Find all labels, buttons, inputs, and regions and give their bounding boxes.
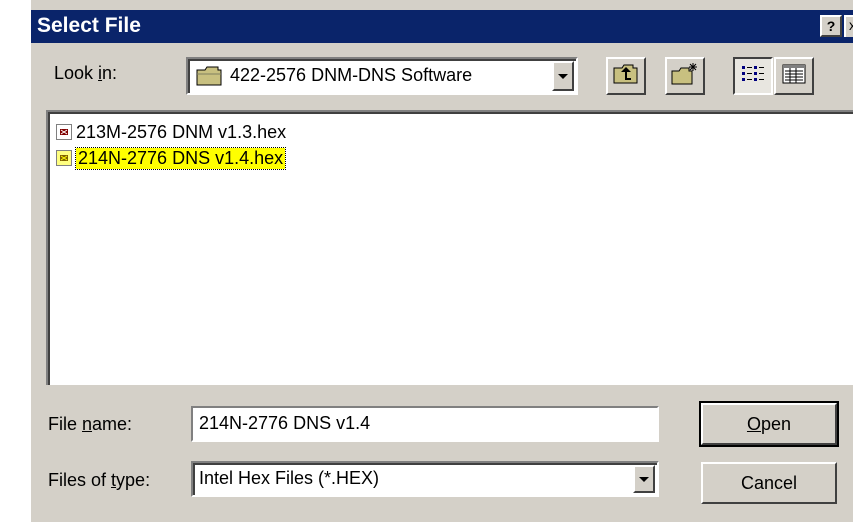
new-folder-button[interactable] [665,57,705,95]
file-name-value: 214N-2776 DNS v1.4 [199,413,371,433]
file-name-label-pre: File [48,414,83,434]
new-folder-icon [671,62,699,91]
files-of-type-label-pre: Files of [48,470,112,490]
close-button[interactable]: x [844,15,853,37]
files-of-type-combo[interactable]: Intel Hex Files (*.HEX) [191,461,659,497]
title-bar[interactable]: Select File ? x [31,10,853,43]
look-in-label-pre: Look [54,63,99,83]
files-of-type-label: Files of type: [48,470,150,491]
list-view-button[interactable] [733,57,773,95]
list-item[interactable]: 214N-2776 DNS v1.4.hex [56,146,287,170]
file-name-label-post: ame: [92,414,133,434]
cancel-button[interactable]: Cancel [701,462,837,504]
file-list[interactable]: 213M-2576 DNM v1.3.hex 214N-2776 DNS v1.… [46,110,853,385]
up-one-level-icon [613,63,639,90]
folder-icon [196,66,222,91]
files-of-type-value: Intel Hex Files (*.HEX) [199,468,380,488]
look-in-combo[interactable]: 422-2576 DNM-DNS Software [186,57,578,95]
open-button-label: Open [746,413,792,434]
file-name-label: 214N-2776 DNS v1.4.hex [74,146,287,170]
files-of-type-dropdown-button[interactable] [633,465,655,493]
look-in-label-post: n: [102,63,118,83]
open-button[interactable]: Open [699,401,839,447]
hex-file-icon [56,124,72,140]
file-name-label: File name: [48,414,132,435]
help-button[interactable]: ? [820,15,842,37]
file-name-label: 213M-2576 DNM v1.3.hex [76,121,287,142]
look-in-dropdown-button[interactable] [552,61,574,91]
help-icon: ? [826,18,836,34]
list-item[interactable]: 213M-2576 DNM v1.3.hex [56,120,286,144]
hex-file-icon [56,150,72,166]
file-name-label-accel: n [82,414,93,434]
select-file-dialog: Select File ? x Look in: 422-2576 DNM-DN… [29,0,853,522]
look-in-value: 422-2576 DNM-DNS Software [230,65,473,85]
close-icon: x [849,17,853,33]
file-name-field[interactable]: 214N-2776 DNS v1.4 [191,406,659,442]
look-in-label: Look in: [54,63,117,84]
chevron-down-icon [558,73,568,79]
up-one-level-button[interactable] [606,57,646,95]
cancel-button-label: Cancel [740,472,798,493]
details-view-icon [782,64,806,89]
chevron-down-icon [639,476,649,482]
details-view-button[interactable] [774,57,814,95]
files-of-type-label-post: ype: [116,470,151,490]
dialog-title: Select File [37,14,141,37]
list-view-icon [741,64,765,89]
